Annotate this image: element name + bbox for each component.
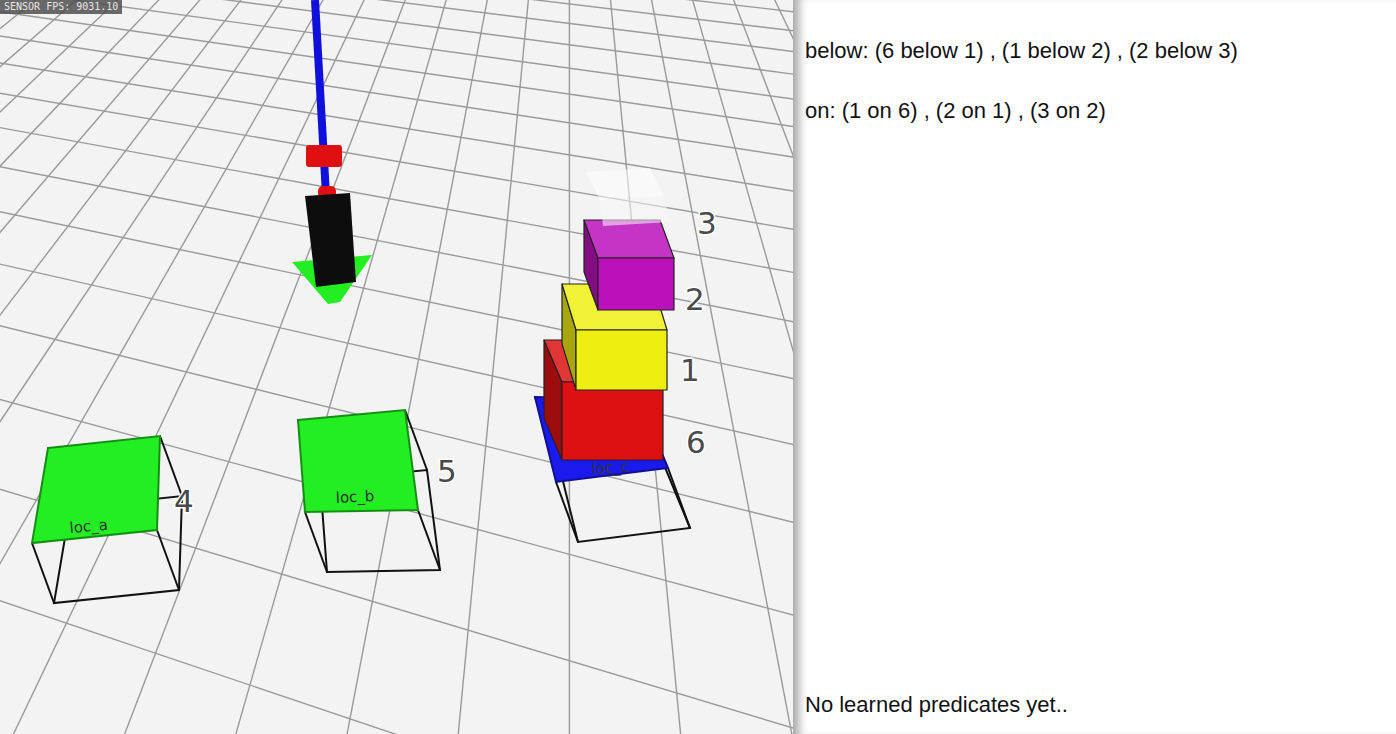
location-plate[interactable]: loc_a	[32, 436, 182, 603]
location-label: loc_b	[335, 487, 375, 508]
block[interactable]	[584, 220, 674, 310]
relation-line: on: (1 on 6) , (2 on 1) , (3 on 2)	[805, 98, 1386, 124]
location-plate[interactable]: loc_b	[298, 410, 440, 572]
object-id-label: 3	[697, 205, 717, 241]
block-front	[576, 330, 667, 390]
scene-canvas[interactable]: loc_a loc_b loc_c 4 5 6 1 2 3	[0, 0, 793, 734]
object-id-label: 2	[685, 281, 705, 317]
object-id-label: 6	[686, 424, 706, 460]
relation-line: below: (6 below 1) , (1 below 2) , (2 be…	[805, 38, 1386, 64]
plate-surface	[32, 436, 160, 543]
floor-grid	[0, 0, 793, 734]
block-front	[598, 258, 674, 310]
object-id-label: 5	[437, 453, 457, 489]
location-label: loc_c	[591, 457, 630, 479]
simulation-view[interactable]: loc_a loc_b loc_c 4 5 6 1 2 3 SENSOR FPS: 9031.10	[0, 0, 793, 734]
learned-status: No learned predicates yet..	[805, 692, 1386, 718]
ghost-block	[586, 168, 670, 226]
wrist-joint	[306, 145, 342, 167]
robot-arm[interactable]	[292, 0, 372, 304]
predicate-panel: below: (6 below 1) , (1 below 2) , (2 be…	[793, 0, 1396, 734]
block-front	[562, 382, 663, 460]
gripper	[305, 193, 356, 287]
object-id-label: 4	[174, 483, 194, 519]
object-id-label: 1	[680, 352, 700, 388]
location-label: loc_a	[69, 516, 109, 538]
block-top	[584, 220, 674, 258]
plate-surface	[298, 410, 418, 512]
app-window: loc_a loc_b loc_c 4 5 6 1 2 3 SENSOR FPS: 9031.10…	[0, 0, 1396, 734]
sensor-fps-overlay: SENSOR FPS: 9031.10	[0, 0, 122, 14]
